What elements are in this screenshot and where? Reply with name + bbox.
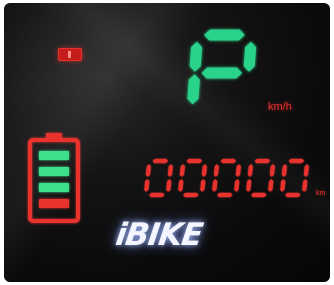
segment-b	[269, 164, 275, 177]
segment-e	[280, 179, 286, 192]
battery-bars	[39, 151, 69, 208]
odometer-digit	[246, 158, 275, 198]
odometer-digit	[144, 158, 173, 198]
segment-c	[302, 179, 308, 192]
odometer-digit	[212, 158, 241, 198]
odometer-display: 00000	[136, 155, 309, 198]
dashboard-frame: P km/h 00000 km iBIKE	[0, 0, 334, 285]
odometer-unit-label: km	[316, 190, 326, 197]
segment-e	[187, 74, 200, 105]
segment-b	[201, 164, 207, 177]
segment-c	[166, 179, 172, 192]
segment-a	[186, 158, 203, 164]
speed-unit-label: km/h	[268, 101, 292, 113]
segment-c	[268, 179, 274, 192]
segment-e	[144, 179, 150, 192]
segment-d	[217, 192, 233, 198]
segment-a	[152, 158, 169, 164]
segment-d	[149, 192, 165, 198]
segment-d	[285, 192, 301, 198]
segment-c	[234, 179, 240, 192]
segment-f	[247, 164, 253, 177]
segment-a	[288, 158, 305, 164]
gear-segments	[187, 29, 257, 105]
segment-a	[220, 158, 237, 164]
segment-f	[213, 164, 219, 177]
segment-e	[212, 179, 218, 192]
battery-bar-charged	[39, 183, 69, 192]
segment-b	[167, 164, 173, 177]
segment-g	[201, 67, 243, 79]
odometer-digits	[144, 158, 309, 198]
display-panel: P km/h 00000 km iBIKE	[4, 3, 330, 282]
battery-bar-charged	[39, 151, 69, 160]
segment-e	[246, 179, 252, 192]
segment-b	[243, 41, 257, 72]
battery-bar-charged	[39, 167, 69, 176]
segment-a	[254, 158, 271, 164]
segment-b	[303, 164, 309, 177]
battery-gauge	[28, 133, 80, 223]
segment-d	[183, 192, 199, 198]
segment-d	[251, 192, 267, 198]
segment-f	[189, 41, 203, 72]
gear-value: P	[184, 27, 185, 28]
warning-indicator-icon	[58, 48, 82, 61]
odometer-reading: 00000	[136, 155, 140, 156]
odometer-digit	[280, 158, 309, 198]
segment-a	[204, 29, 245, 41]
segment-c	[200, 179, 206, 192]
battery-bar-reserve	[39, 199, 69, 208]
brand-logo: iBIKE	[113, 217, 205, 253]
segment-f	[281, 164, 287, 177]
gear-indicator: P	[184, 27, 257, 105]
segment-f	[179, 164, 185, 177]
segment-f	[145, 164, 151, 177]
segment-b	[235, 164, 241, 177]
odometer-digit	[178, 158, 207, 198]
segment-e	[178, 179, 184, 192]
